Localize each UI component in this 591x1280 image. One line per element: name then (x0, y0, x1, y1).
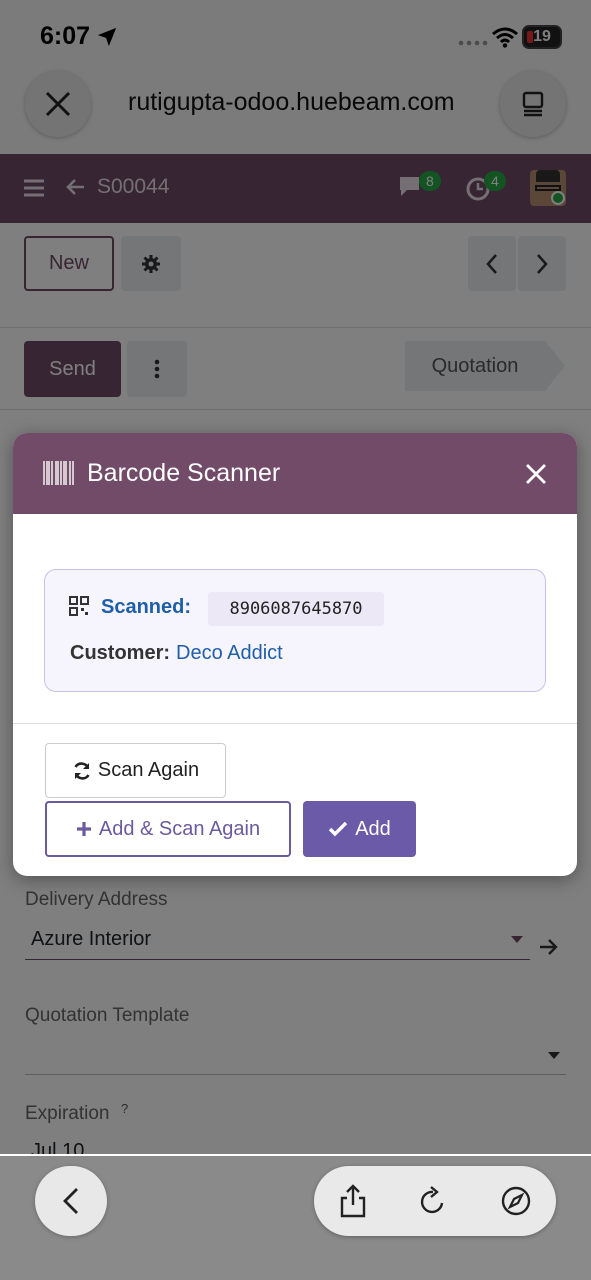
qr-icon (69, 596, 89, 616)
dialog-close-icon[interactable] (524, 462, 548, 486)
browser-back-button[interactable] (35, 1166, 107, 1236)
add-label: Add (355, 817, 391, 840)
add-and-scan-again-label: Add & Scan Again (98, 817, 261, 840)
barcode-icon (43, 461, 74, 485)
compass-icon[interactable] (500, 1185, 532, 1217)
add-button[interactable]: Add (303, 801, 416, 857)
share-icon[interactable] (338, 1183, 368, 1219)
scan-again-label: Scan Again (97, 759, 200, 781)
barcode-scanner-dialog: Barcode Scanner Scanned: 8906087645870 C… (13, 433, 577, 876)
scanned-label: Scanned: (101, 596, 192, 618)
scanned-code: 8906087645870 (208, 592, 384, 626)
scan-again-button[interactable]: Scan Again (45, 743, 226, 798)
customer-label: Customer: (70, 642, 171, 664)
dialog-title: Barcode Scanner (87, 459, 281, 487)
plus-icon (76, 822, 91, 836)
customer-link[interactable]: Deco Addict (176, 642, 283, 665)
chevron-left-icon (63, 1188, 78, 1214)
dialog-footer-divider (13, 723, 577, 724)
add-and-scan-again-button[interactable]: Add & Scan Again (45, 801, 291, 857)
refresh-icon (74, 761, 90, 780)
scan-result-card (44, 569, 546, 692)
check-icon (329, 821, 348, 837)
reload-icon[interactable] (418, 1185, 448, 1217)
backdrop-top (0, 0, 591, 154)
